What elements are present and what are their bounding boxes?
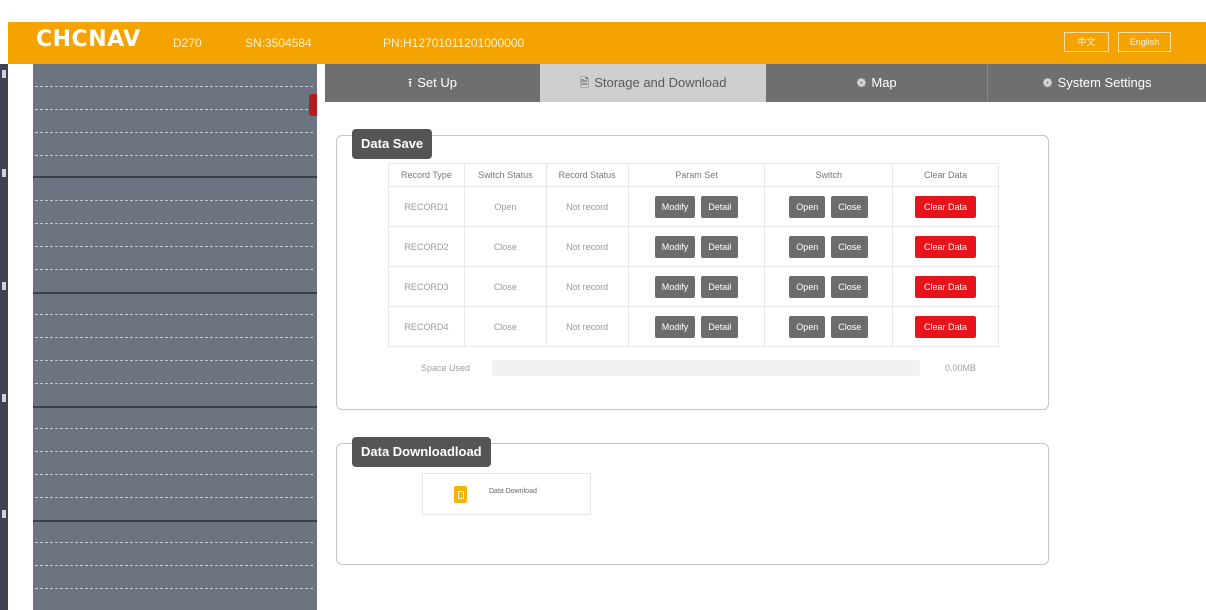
close-button[interactable]: Close — [831, 275, 869, 298]
column-header: Switch Status — [463, 163, 547, 187]
language-chinese-button[interactable]: 中文 — [1064, 32, 1109, 52]
sidebar-item[interactable] — [33, 64, 317, 178]
space-used-label: Space Used — [421, 363, 471, 373]
column-header: Record Type — [388, 163, 465, 187]
left-edge-strip — [0, 64, 8, 610]
clear-data-button[interactable]: Clear Data — [915, 195, 977, 218]
column-header: Clear Data — [892, 163, 999, 187]
document-icon: 🗎 — [579, 76, 590, 90]
data-save-legend: Data Save — [352, 129, 433, 159]
brand-logo: CHCNAV — [36, 27, 141, 52]
open-button[interactable]: Open — [789, 195, 826, 218]
settings-icon: ❁ — [1042, 76, 1053, 90]
tab-label: Set Up — [417, 75, 457, 90]
part-number: PN:H12701011201000000 — [383, 36, 525, 50]
edge-marker — [2, 70, 6, 78]
modify-button[interactable]: Modify — [654, 195, 696, 218]
clear-data-button[interactable]: Clear Data — [915, 275, 977, 298]
column-header: Record Status — [545, 163, 629, 187]
main-tab-bar: ⭱ Set Up 🗎 Storage and Download ❁ Map ❁ Syst… — [325, 64, 1206, 102]
space-used-value: 0.00MB — [945, 363, 977, 373]
tab-label: Map — [871, 75, 897, 90]
sidebar-item[interactable] — [33, 522, 317, 610]
close-button[interactable]: Close — [831, 235, 869, 258]
switch-status: Close — [463, 226, 547, 267]
data-download-label: Data Download — [489, 488, 537, 495]
record-type: RECORD4 — [388, 306, 465, 347]
open-button[interactable]: Open — [789, 275, 826, 298]
column-header: Switch — [764, 163, 894, 187]
record-type: RECORD3 — [388, 266, 465, 307]
edge-marker — [2, 169, 6, 177]
record-status: Not record — [545, 226, 629, 267]
modify-button[interactable]: Modify — [654, 315, 696, 338]
record-status: Not record — [545, 186, 629, 227]
table-row: RECORD2 Close Not record Modify Detail Op… — [388, 226, 999, 267]
close-button[interactable]: Close — [831, 315, 869, 338]
record-type: RECORD1 — [388, 186, 465, 227]
upload-icon: ⭱ — [408, 76, 413, 90]
map-icon: ❁ — [856, 76, 867, 90]
table-row: RECORD4 Close Not record Modify Detail Op… — [388, 306, 999, 347]
detail-button[interactable]: Detail — [701, 195, 739, 218]
switch-status: Close — [463, 306, 547, 347]
detail-button[interactable]: Detail — [701, 315, 739, 338]
edge-marker — [2, 282, 6, 290]
switch-status: Open — [463, 186, 547, 227]
column-header: Param Set — [627, 163, 766, 187]
record-type: RECORD2 — [388, 226, 465, 267]
data-download-card[interactable]: Data Download — [422, 473, 591, 515]
table-row: RECORD3 Close Not record Modify Detail Op… — [388, 266, 999, 307]
sidebar-item[interactable] — [33, 294, 317, 408]
clear-data-button[interactable]: Clear Data — [915, 315, 977, 338]
record-status: Not record — [545, 266, 629, 307]
tab-set-up[interactable]: ⭱ Set Up — [325, 64, 540, 102]
modify-button[interactable]: Modify — [654, 235, 696, 258]
record-status: Not record — [545, 306, 629, 347]
edge-marker — [2, 510, 6, 518]
record-table: Record Type Switch Status Record Status … — [388, 163, 999, 347]
language-english-button[interactable]: English — [1118, 32, 1171, 52]
switch-status: Close — [463, 266, 547, 307]
space-used-progress-bar — [492, 360, 920, 376]
tab-storage-and-download[interactable]: 🗎 Storage and Download — [540, 64, 766, 102]
edge-marker — [2, 394, 6, 402]
modify-button[interactable]: Modify — [654, 275, 696, 298]
open-button[interactable]: Open — [789, 315, 826, 338]
tab-label: System Settings — [1057, 75, 1152, 90]
open-button[interactable]: Open — [789, 235, 826, 258]
sidebar-collapse-handle[interactable] — [309, 94, 317, 116]
tab-system-settings[interactable]: ❁ System Settings — [988, 64, 1206, 102]
close-button[interactable]: Close — [831, 195, 869, 218]
clear-data-button[interactable]: Clear Data — [915, 235, 977, 258]
top-header: CHCNAV D270 SN:3504584 PN:H1270101120100… — [8, 22, 1206, 64]
sidebar-item[interactable] — [33, 408, 317, 522]
tab-map[interactable]: ❁ Map — [766, 64, 987, 102]
data-download-legend: Data Downloadload — [352, 437, 491, 467]
table-row: RECORD1 Open Not record Modify Detail Ope… — [388, 186, 999, 227]
file-icon — [454, 486, 467, 503]
detail-button[interactable]: Detail — [701, 235, 739, 258]
sidebar — [33, 64, 317, 610]
device-model: D270 — [173, 36, 202, 50]
tab-label: Storage and Download — [594, 75, 727, 90]
serial-number: SN:3504584 — [245, 36, 312, 50]
detail-button[interactable]: Detail — [701, 275, 739, 298]
sidebar-item[interactable] — [33, 180, 317, 294]
